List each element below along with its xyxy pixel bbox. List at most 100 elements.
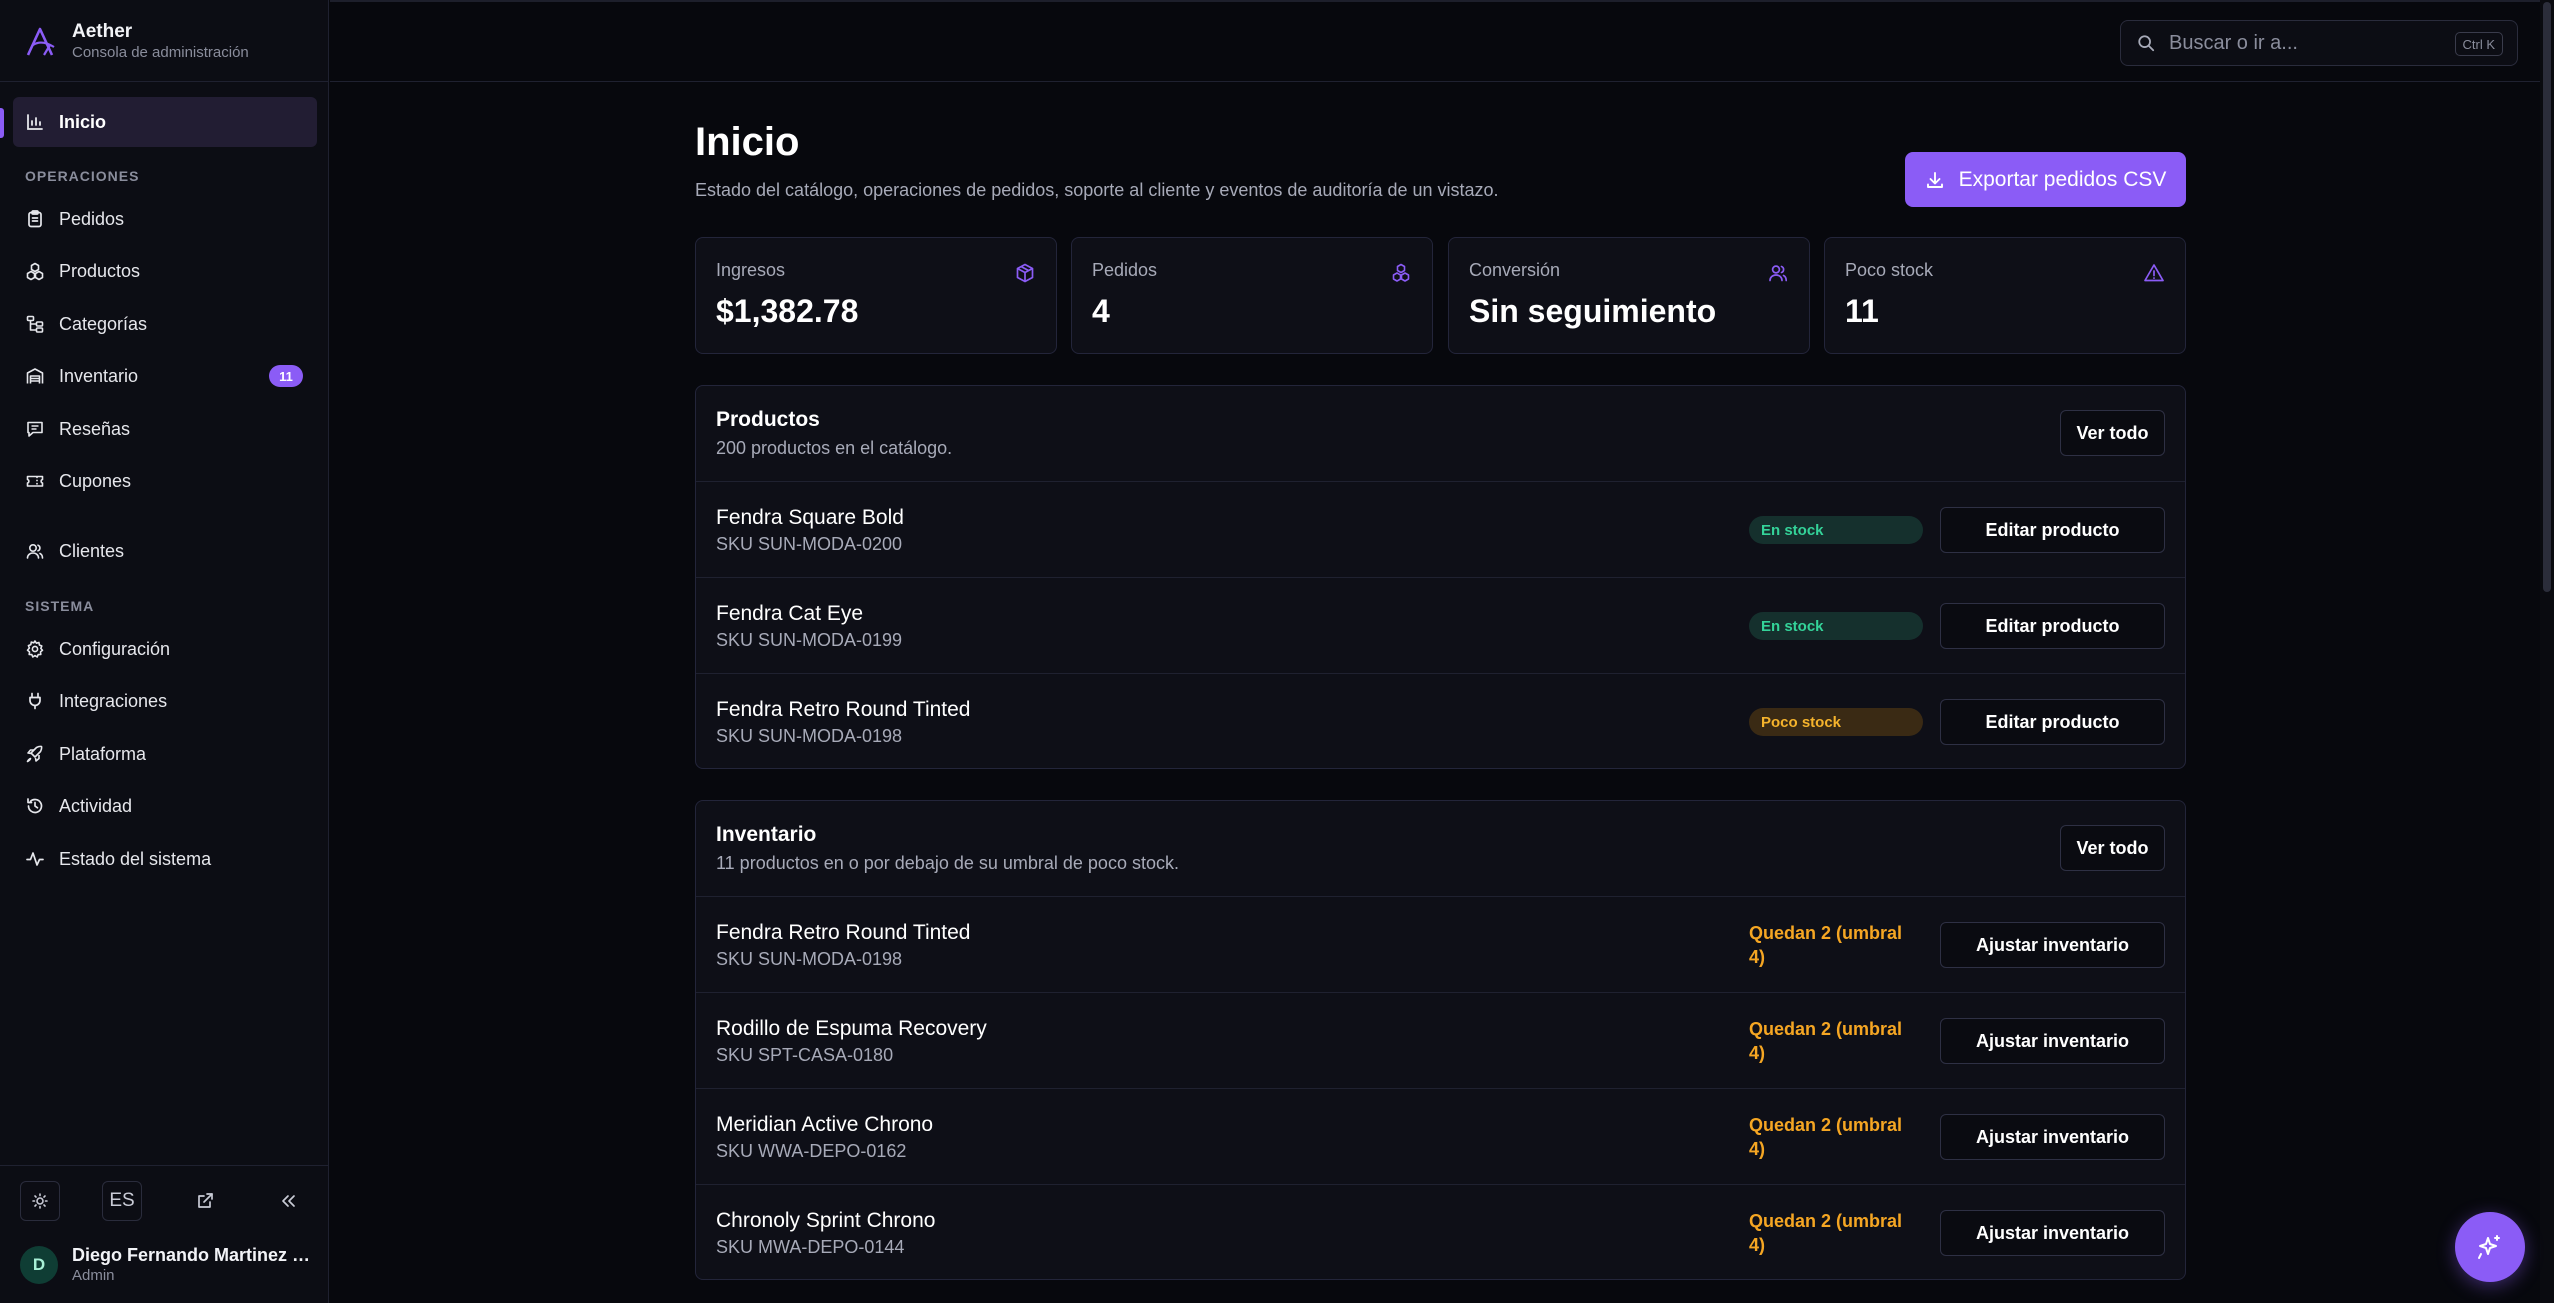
card-subtitle: 11 productos en o por debajo de su umbra… [716,853,1179,873]
stat-value: 11 [1845,293,1879,329]
user-name: Diego Fernando Martinez … [72,1245,311,1265]
sidebar-item-inventario[interactable]: Inventario 11 [13,351,317,401]
inventory-count-badge: 11 [269,365,303,387]
sidebar-item-pedidos[interactable]: Pedidos [13,194,317,244]
inventory-card: Inventario 11 productos en o por debajo … [695,800,2186,1280]
sidebar-item-configuracion[interactable]: Configuración [13,624,317,674]
product-sku: SKU SUN-MODA-0198 [716,726,903,746]
product-sku: SKU SPT-CASA-0180 [716,1045,894,1065]
sidebar-item-label: Configuración [59,638,171,659]
adjust-inventory-button[interactable]: Ajustar inventario [1940,922,2165,968]
sidebar-item-actividad[interactable]: Actividad [13,781,317,831]
sidebar-item-plataforma[interactable]: Plataforma [13,729,317,779]
sparkles-icon [2478,1235,2500,1259]
sidebar-item-categorias[interactable]: Categorías [13,299,317,349]
theme-toggle-button[interactable] [20,1181,60,1221]
stat-card-conversion: Conversión Sin seguimiento [1448,237,1810,354]
sidebar-item-resenas[interactable]: Reseñas [13,404,317,454]
boxes-icon [1392,263,1410,282]
table-row: Meridian Active Chrono SKU WWA-DEPO-0162… [696,1089,2185,1185]
table-row: Fendra Cat Eye SKU SUN-MODA-0199 En stoc… [696,578,2185,674]
product-sku: SKU WWA-DEPO-0162 [716,1141,907,1161]
chevrons-left-icon [282,1195,295,1207]
download-icon [1926,171,1943,188]
divider [0,1165,329,1166]
sidebar-item-productos[interactable]: Productos [13,246,317,296]
sidebar-item-clientes[interactable]: Clientes [13,526,317,576]
adjust-inventory-button[interactable]: Ajustar inventario [1940,1018,2165,1064]
bar-chart-icon [27,114,43,130]
sidebar-item-integraciones[interactable]: Integraciones [13,676,317,726]
scrollbar[interactable] [2540,0,2554,1303]
export-orders-csv-button[interactable]: Exportar pedidos CSV [1905,152,2186,207]
sidebar-item-label: Inventario [59,365,139,386]
adjust-inventory-button[interactable]: Ajustar inventario [1940,1210,2165,1256]
search-box[interactable]: Ctrl K [2120,20,2518,66]
status-badge: En stock [1749,516,1923,544]
product-name: Fendra Cat Eye [716,602,864,625]
language-button[interactable]: ES [102,1181,142,1221]
sidebar-item-inicio[interactable]: Inicio [13,97,317,147]
product-sku: SKU SUN-MODA-0198 [716,949,903,969]
sun-icon [32,1193,48,1209]
status-badge: Poco stock [1749,708,1923,736]
edit-product-button[interactable]: Editar producto [1940,603,2165,649]
ai-assistant-button[interactable] [2455,1212,2525,1282]
sidebar-item-cupones[interactable]: Cupones [13,456,317,506]
card-header: Inventario 11 productos en o por debajo … [696,801,2185,897]
sidebar-item-label: Plataforma [59,743,147,764]
activity-icon [26,852,44,866]
product-sku: SKU MWA-DEPO-0144 [716,1237,905,1257]
edit-product-button[interactable]: Editar producto [1940,699,2165,745]
stat-label: Conversión [1469,260,1561,280]
tree-icon [26,315,44,333]
card-title: Inventario [716,823,817,846]
scrollbar-thumb[interactable] [2543,2,2551,592]
stat-value: Sin seguimiento [1469,293,1717,329]
rocket-icon [26,745,43,763]
card-header: Productos 200 productos en el catálogo. … [696,386,2185,482]
users-icon [1769,265,1788,282]
sidebar-item-label: Inicio [59,111,107,132]
open-storefront-button[interactable] [185,1181,225,1221]
sidebar-item-label: Productos [59,260,141,281]
remaining-stock: Quedan 2 (umbral 4) [1749,923,1903,967]
page-title: Inicio [695,120,800,164]
collapse-sidebar-button[interactable] [268,1181,308,1221]
brand-subtitle: Consola de administración [72,44,249,61]
product-name: Rodillo de Espuma Recovery [716,1017,987,1040]
gear-icon [26,640,44,658]
remaining-stock: Quedan 2 (umbral 4) [1749,1115,1903,1159]
table-row: Rodillo de Espuma Recovery SKU SPT-CASA-… [696,993,2185,1089]
edit-product-button[interactable]: Editar producto [1940,507,2165,553]
shortcut-hint: Ctrl K [2454,32,2503,56]
search-input[interactable] [2169,31,2449,55]
product-sku: SKU SUN-MODA-0200 [716,534,903,554]
sidebar-item-estado-del-sistema[interactable]: Estado del sistema [13,834,317,884]
export-label: Exportar pedidos CSV [1958,167,2167,191]
sidebar-item-label: Estado del sistema [59,848,212,869]
stat-label: Poco stock [1845,260,1934,280]
table-row: Fendra Retro Round Tinted SKU SUN-MODA-0… [696,674,2185,768]
package-icon [1016,263,1034,283]
view-all-products-button[interactable]: Ver todo [2060,410,2165,456]
product-sku: SKU SUN-MODA-0199 [716,630,903,650]
ticket-icon [26,475,44,487]
aether-logo-icon [26,27,55,56]
view-all-inventory-button[interactable]: Ver todo [2060,825,2165,871]
adjust-inventory-button[interactable]: Ajustar inventario [1940,1114,2165,1160]
plug-icon [29,692,41,710]
history-icon [27,798,43,814]
topbar: Ctrl K [330,0,2554,82]
sidebar-item-label: Clientes [59,540,125,561]
table-row: Fendra Retro Round Tinted SKU SUN-MODA-0… [696,897,2185,993]
users-icon [26,543,44,559]
user-menu[interactable]: D Diego Fernando Martinez … Admin [20,1244,312,1286]
table-row: Chronoly Sprint Chrono SKU MWA-DEPO-0144… [696,1185,2185,1279]
status-badge: En stock [1749,612,1923,640]
brand[interactable]: Aether Consola de administración [24,20,249,64]
brand-name: Aether [72,21,133,42]
clipboard-icon [28,210,42,228]
stat-value: $1,382.78 [716,293,859,329]
remaining-stock: Quedan 2 (umbral 4) [1749,1019,1903,1063]
